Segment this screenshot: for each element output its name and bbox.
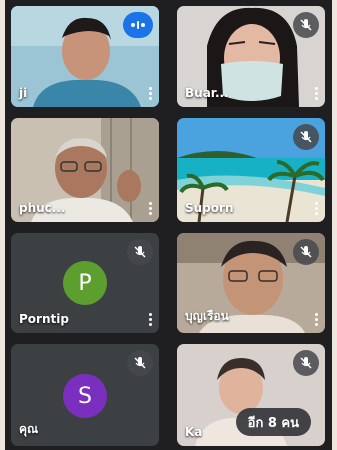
participant-tile-phuc[interactable]: phuc... <box>11 118 159 222</box>
participant-name: Suporn <box>185 201 234 215</box>
participant-name: Porntip <box>19 312 69 326</box>
participant-name: คุณ <box>19 422 39 436</box>
participant-tile-buar[interactable]: Buar... <box>177 6 325 107</box>
more-options-icon[interactable] <box>315 87 319 100</box>
participant-tile-porntip[interactable]: P Porntip <box>11 233 159 333</box>
participant-tile-ji[interactable]: ji <box>11 6 159 107</box>
speaking-indicator-icon <box>123 12 153 38</box>
participant-name: Ka <box>185 425 203 439</box>
more-options-icon[interactable] <box>149 202 153 215</box>
mic-muted-icon <box>127 239 153 265</box>
participant-tile-ka[interactable]: Ka อีก 8 คน <box>177 344 325 446</box>
participant-name: phuc... <box>19 201 66 215</box>
more-participants-button[interactable]: อีก 8 คน <box>235 408 311 436</box>
participant-name: ji <box>19 86 28 100</box>
participant-name: Buar... <box>185 86 229 100</box>
mic-muted-icon <box>293 124 319 150</box>
more-options-icon[interactable] <box>149 313 153 326</box>
participant-name: บุญเรือน <box>185 309 229 323</box>
more-options-icon[interactable] <box>315 313 319 326</box>
meeting-grid: ji Buar... phuc... Suporn P Porntip บุญเ… <box>5 0 332 450</box>
mic-muted-icon <box>293 12 319 38</box>
avatar: S <box>63 374 107 418</box>
mic-muted-icon <box>127 350 153 376</box>
more-options-icon[interactable] <box>149 87 153 100</box>
avatar: P <box>63 261 107 305</box>
mic-muted-icon <box>293 239 319 265</box>
mic-muted-icon <box>293 350 319 376</box>
more-options-icon[interactable] <box>315 202 319 215</box>
participant-tile-self[interactable]: S คุณ <box>11 344 159 446</box>
participant-tile-bunruean[interactable]: บุญเรือน <box>177 233 325 333</box>
participant-tile-suporn[interactable]: Suporn <box>177 118 325 222</box>
